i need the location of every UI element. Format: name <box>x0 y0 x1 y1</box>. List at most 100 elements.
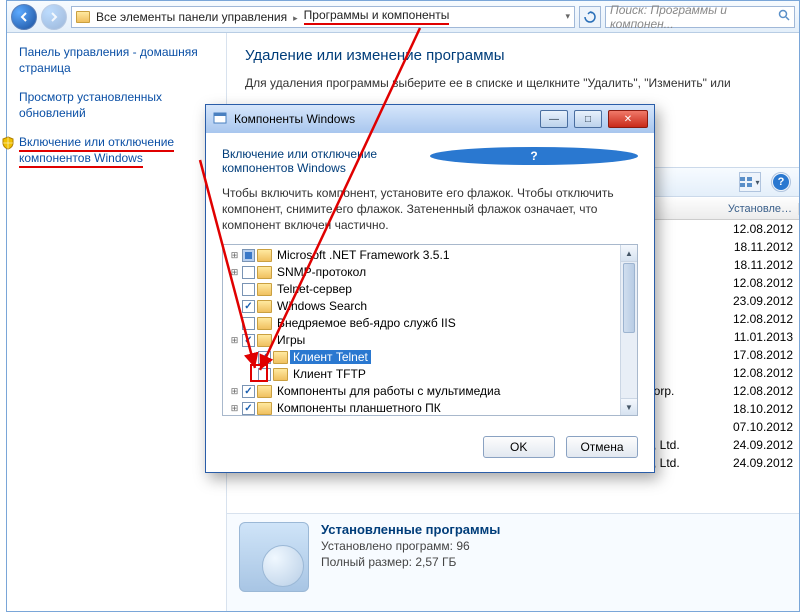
feature-label: Telnet-сервер <box>274 282 355 296</box>
dialog-heading: Включение или отключение компонентов Win… <box>222 147 430 175</box>
folder-icon <box>257 283 272 296</box>
feature-label: SNMP-протокол <box>274 265 369 279</box>
cell-date: 12.08.2012 <box>719 222 799 236</box>
feature-label: Игры <box>274 333 308 347</box>
nav-forward-button[interactable] <box>41 4 67 30</box>
expander-icon[interactable]: ⊞ <box>229 250 240 261</box>
ok-button[interactable]: OK <box>483 436 555 458</box>
feature-item[interactable]: Внедряемое веб-ядро служб IIS <box>223 315 620 332</box>
footer-size-label: Полный размер: <box>321 555 412 569</box>
view-button[interactable]: ▾ <box>739 172 761 192</box>
folder-icon <box>257 300 272 313</box>
chevron-down-icon[interactable]: ▾ <box>565 11 570 22</box>
dialog-titlebar[interactable]: Компоненты Windows — □ ✕ <box>206 105 654 133</box>
feature-item[interactable]: Windows Search <box>223 298 620 315</box>
scroll-down-icon[interactable]: ▼ <box>621 398 637 415</box>
programs-icon <box>239 522 309 592</box>
feature-item[interactable]: ⊞ Игры <box>223 332 620 349</box>
cell-date: 17.08.2012 <box>719 348 799 362</box>
cancel-button[interactable]: Отмена <box>566 436 638 458</box>
expander-icon[interactable]: ⊞ <box>229 403 240 414</box>
tree-scrollbar[interactable]: ▲ ▼ <box>620 245 637 415</box>
folder-icon <box>273 351 288 364</box>
folder-icon <box>273 368 288 381</box>
shield-icon <box>1 136 15 150</box>
cell-date: 07.10.2012 <box>719 420 799 434</box>
dialog-description: Чтобы включить компонент, установите его… <box>222 185 638 234</box>
feature-label: Внедряемое веб-ядро служб IIS <box>274 316 459 330</box>
close-button[interactable]: ✕ <box>608 110 648 128</box>
feature-checkbox[interactable] <box>242 402 255 415</box>
feature-item[interactable]: Telnet-сервер <box>223 281 620 298</box>
folder-icon <box>257 334 272 347</box>
cell-date: 18.11.2012 <box>719 240 799 254</box>
nav-bar: Все элементы панели управления Программы… <box>7 1 799 33</box>
cell-date: 12.08.2012 <box>719 276 799 290</box>
feature-item[interactable]: ⊞ Компоненты планшетного ПК <box>223 400 620 415</box>
scroll-thumb[interactable] <box>623 263 635 333</box>
feature-checkbox[interactable] <box>258 368 271 381</box>
sidebar: Панель управления - домашняя страница Пр… <box>7 33 227 611</box>
breadcrumb-leaf[interactable]: Программы и компоненты <box>304 8 450 25</box>
feature-checkbox[interactable] <box>258 351 271 364</box>
footer-count-label: Установлено программ: <box>321 539 453 553</box>
page-description: Для удаления программы выберите ее в спи… <box>245 76 781 90</box>
features-tree: ⊞ Microsoft .NET Framework 3.5.1 ⊞ SNMP-про… <box>222 244 638 416</box>
feature-label: Клиент Telnet <box>290 350 371 364</box>
cell-date: 24.09.2012 <box>719 438 799 452</box>
feature-checkbox[interactable] <box>242 249 255 262</box>
sidebar-features-label: Включение или отключение компонентов Win… <box>19 135 174 168</box>
folder-icon <box>257 249 272 262</box>
nav-back-button[interactable] <box>11 4 37 30</box>
feature-item[interactable]: ⊞ SNMP-протокол <box>223 264 620 281</box>
feature-item[interactable]: Клиент Telnet <box>223 349 620 366</box>
expander-icon[interactable]: ⊞ <box>229 335 240 346</box>
cell-date: 11.01.2013 <box>719 330 799 344</box>
feature-label: Компоненты для работы с мультимедиа <box>274 384 503 398</box>
folder-icon <box>257 402 272 415</box>
feature-checkbox[interactable] <box>242 283 255 296</box>
footer-count-value: 96 <box>456 539 469 553</box>
cell-date: 23.09.2012 <box>719 294 799 308</box>
help-button[interactable]: ? <box>771 172 791 192</box>
folder-icon <box>257 385 272 398</box>
feature-label: Клиент TFTP <box>290 367 369 381</box>
status-footer: Установленные программы Установлено прог… <box>227 513 799 611</box>
sidebar-home-link[interactable]: Панель управления - домашняя страница <box>19 45 214 76</box>
scroll-up-icon[interactable]: ▲ <box>621 245 637 262</box>
cell-date: 24.09.2012 <box>719 456 799 470</box>
feature-checkbox[interactable] <box>242 300 255 313</box>
search-icon <box>778 9 790 24</box>
feature-checkbox[interactable] <box>242 317 255 330</box>
feature-checkbox[interactable] <box>242 334 255 347</box>
cell-date: 18.10.2012 <box>719 402 799 416</box>
dialog-help-button[interactable]: ? <box>430 147 638 165</box>
search-placeholder: Поиск: Программы и компонен... <box>610 3 770 31</box>
folder-icon <box>76 11 90 23</box>
footer-size-value: 2,57 ГБ <box>415 555 456 569</box>
folder-icon <box>257 317 272 330</box>
feature-label: Компоненты планшетного ПК <box>274 401 444 415</box>
cell-date: 18.11.2012 <box>719 258 799 272</box>
feature-checkbox[interactable] <box>242 266 255 279</box>
search-input[interactable]: Поиск: Программы и компонен... <box>605 6 795 28</box>
feature-item[interactable]: ⊞ Компоненты для работы с мультимедиа <box>223 383 620 400</box>
minimize-button[interactable]: — <box>540 110 568 128</box>
address-bar[interactable]: Все элементы панели управления Программы… <box>71 6 575 28</box>
page-title: Удаление или изменение программы <box>245 47 781 64</box>
expander-icon[interactable]: ⊞ <box>229 386 240 397</box>
feature-label: Microsoft .NET Framework 3.5.1 <box>274 248 453 262</box>
col-installed[interactable]: Установле… <box>719 203 799 215</box>
footer-title: Установленные программы <box>321 522 500 537</box>
feature-checkbox[interactable] <box>242 385 255 398</box>
feature-item[interactable]: ⊞ Microsoft .NET Framework 3.5.1 <box>223 247 620 264</box>
breadcrumb-root[interactable]: Все элементы панели управления <box>96 10 298 24</box>
maximize-button[interactable]: □ <box>574 110 602 128</box>
cell-date: 12.08.2012 <box>719 384 799 398</box>
refresh-button[interactable] <box>579 6 601 28</box>
sidebar-features-link[interactable]: Включение или отключение компонентов Win… <box>19 135 214 166</box>
sidebar-updates-link[interactable]: Просмотр установленных обновлений <box>19 90 214 121</box>
expander-icon[interactable]: ⊞ <box>229 267 240 278</box>
dialog-title: Компоненты Windows <box>234 112 534 126</box>
feature-item[interactable]: Клиент TFTP <box>223 366 620 383</box>
